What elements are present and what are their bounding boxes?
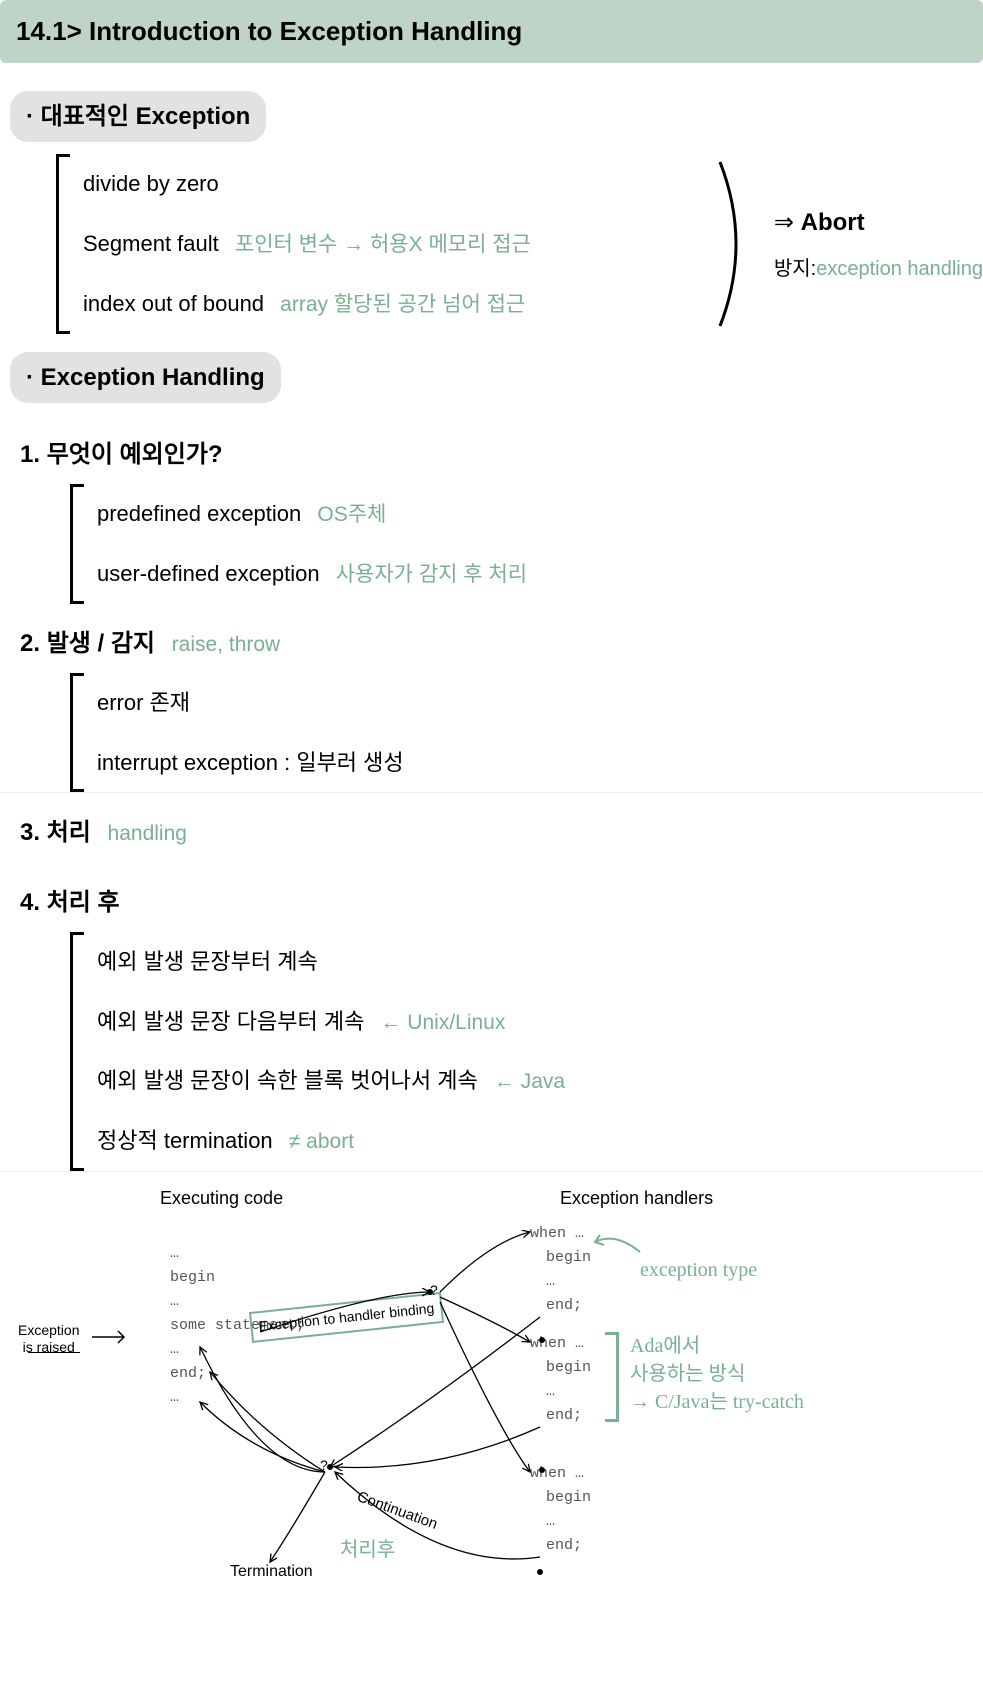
result-arrow: ⇒ Abort (774, 201, 983, 244)
section-heading-representative: · 대표적인 Exception (10, 91, 266, 142)
list-item: interrupt exception : 일부러 생성 (97, 733, 983, 793)
list-item: error 존재 (97, 673, 983, 733)
diag-heading-handlers: Exception handlers (560, 1182, 713, 1214)
list-item: user-defined exception 사용자가 감지 후 처리 (97, 544, 983, 604)
list-item: divide by zero (83, 154, 712, 214)
result-sub: 방지:exception handling (774, 251, 983, 287)
curly-brace-icon (712, 154, 760, 334)
diag-qmark2: ? (320, 1457, 328, 1474)
list-item: index out of bound array 할당된 공간 넘어 접근 (83, 274, 712, 334)
list-item: 예외 발생 문장 다음부터 계속 ← Unix/Linux (97, 992, 983, 1052)
diag-cont-note: 처리후 (340, 1532, 395, 1568)
underline (28, 1352, 80, 1353)
q1-heading: 1. 무엇이 예외인가? (0, 415, 983, 484)
diag-handler-3: when … begin … end; (530, 1462, 591, 1558)
exception-name: index out of bound (83, 291, 264, 316)
list-item: 예외 발생 문장부터 계속 (97, 932, 983, 992)
list-item: Segment fault 포인터 변수 → 허용X 메모리 접근 (83, 214, 712, 274)
diag-qmark: ? (430, 1282, 438, 1299)
connector-lines (0, 1172, 983, 1692)
curved-arrow-icon (590, 1227, 650, 1257)
diag-handler-2: when … begin … end; (530, 1332, 591, 1428)
list-item: 정상적 termination ≠ abort (97, 1111, 983, 1171)
exception-name: divide by zero (83, 171, 219, 196)
page-title: 14.1> Introduction to Exception Handling (0, 0, 983, 63)
diag-annot-type: exception type (640, 1252, 757, 1288)
list-item: 예외 발생 문장이 속한 블록 벗어나서 계속 ← Java (97, 1051, 983, 1111)
list-item: predefined exception OS주체 (97, 484, 983, 544)
q2-heading: 2. 발생 / 감지 raise, throw (0, 604, 983, 673)
diag-heading-executing: Executing code (160, 1182, 283, 1214)
exception-flow-diagram: Executing code Exception handlers … begi… (0, 1171, 983, 1691)
diag-annot-ada: Ada에서 사용하는 방식 → C/Java는 try-catch (630, 1332, 804, 1416)
item-note: 포인터 변수 → 허용X 메모리 접근 (235, 233, 531, 256)
section-heading-handling: · Exception Handling (10, 352, 281, 403)
diag-handler-1: when … begin … end; (530, 1222, 591, 1318)
exception-name: Segment fault (83, 231, 219, 256)
q3-heading: 3. 처리 handling (0, 792, 983, 862)
diag-continuation: Continuation (354, 1488, 439, 1534)
arrow-icon (90, 1327, 130, 1347)
q4-heading: 4. 처리 후 (0, 863, 983, 932)
item-note: array 할당된 공간 넘어 접근 (280, 293, 525, 316)
bracket-right-icon (605, 1332, 619, 1422)
diag-termination: Termination (230, 1562, 313, 1581)
diag-raised-label: Exception is raised (18, 1322, 79, 1356)
